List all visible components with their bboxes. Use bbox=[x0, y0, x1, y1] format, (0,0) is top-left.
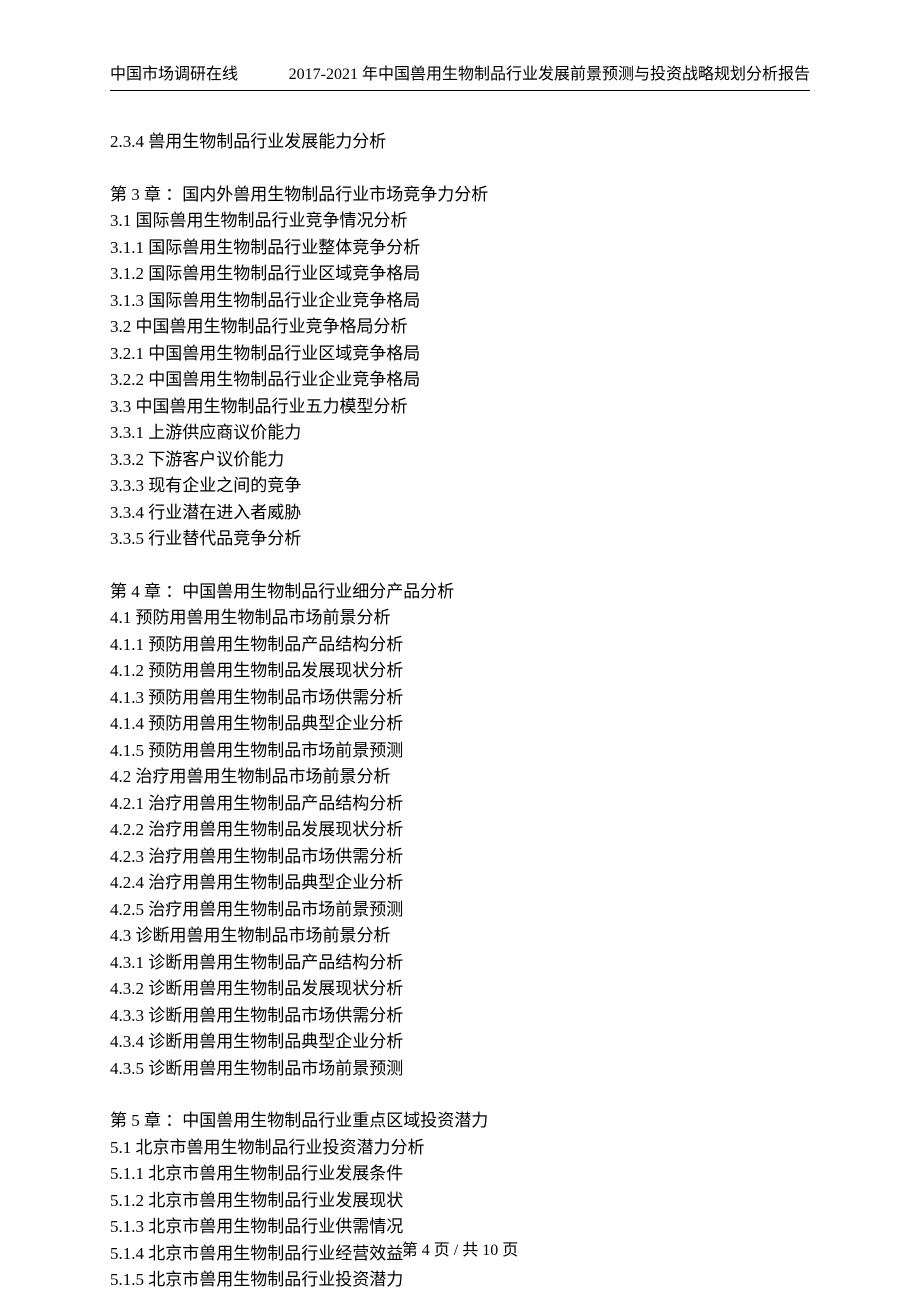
page-footer: 第 4 页 / 共 10 页 bbox=[0, 1236, 920, 1260]
toc-line: 3.2 中国兽用生物制品行业竞争格局分析 bbox=[110, 314, 810, 341]
toc-line: 4.1.5 预防用兽用生物制品市场前景预测 bbox=[110, 738, 810, 765]
toc-line: 3.1.3 国际兽用生物制品行业企业竞争格局 bbox=[110, 288, 810, 315]
toc-line: 4.2.4 治疗用兽用生物制品典型企业分析 bbox=[110, 870, 810, 897]
toc-line: 2.3.4 兽用生物制品行业发展能力分析 bbox=[110, 129, 810, 156]
toc-blank-line bbox=[110, 553, 810, 579]
footer-prefix: 第 bbox=[402, 1242, 422, 1259]
toc-line: 4.2.1 治疗用兽用生物制品产品结构分析 bbox=[110, 791, 810, 818]
toc-line: 4.3.3 诊断用兽用生物制品市场供需分析 bbox=[110, 1003, 810, 1030]
toc-line: 第 4 章 ：中国兽用生物制品行业细分产品分析 bbox=[110, 579, 810, 606]
footer-total-pages: 10 bbox=[482, 1242, 498, 1259]
toc-line: 3.3 中国兽用生物制品行业五力模型分析 bbox=[110, 394, 810, 421]
toc-line: 第 3 章 ：国内外兽用生物制品行业市场竞争力分析 bbox=[110, 182, 810, 209]
toc-line: 5.1.1 北京市兽用生物制品行业发展条件 bbox=[110, 1161, 810, 1188]
document-page: 中国市场调研在线 2017-2021 年中国兽用生物制品行业发展前景预测与投资战… bbox=[0, 0, 920, 1302]
toc-line: 3.2.2 中国兽用生物制品行业企业竞争格局 bbox=[110, 367, 810, 394]
toc-line: 3.3.1 上游供应商议价能力 bbox=[110, 420, 810, 447]
footer-suffix: 页 bbox=[498, 1242, 518, 1259]
toc-line: 4.2 治疗用兽用生物制品市场前景分析 bbox=[110, 764, 810, 791]
toc-line: 3.1.1 国际兽用生物制品行业整体竞争分析 bbox=[110, 235, 810, 262]
toc-line: 4.3.1 诊断用兽用生物制品产品结构分析 bbox=[110, 950, 810, 977]
toc-line: 4.3 诊断用兽用生物制品市场前景分析 bbox=[110, 923, 810, 950]
header-source: 中国市场调研在线 bbox=[110, 60, 238, 84]
toc-line: 4.3.2 诊断用兽用生物制品发展现状分析 bbox=[110, 976, 810, 1003]
toc-line: 4.1 预防用兽用生物制品市场前景分析 bbox=[110, 605, 810, 632]
toc-line: 3.3.2 下游客户议价能力 bbox=[110, 447, 810, 474]
toc-line: 3.1 国际兽用生物制品行业竞争情况分析 bbox=[110, 208, 810, 235]
toc-line: 4.2.2 治疗用兽用生物制品发展现状分析 bbox=[110, 817, 810, 844]
toc-line: 3.3.4 行业潜在进入者威胁 bbox=[110, 500, 810, 527]
toc-line: 4.1.3 预防用兽用生物制品市场供需分析 bbox=[110, 685, 810, 712]
toc-line: 5.1 北京市兽用生物制品行业投资潜力分析 bbox=[110, 1135, 810, 1162]
toc-line: 4.1.2 预防用兽用生物制品发展现状分析 bbox=[110, 658, 810, 685]
toc-line: 4.2.3 治疗用兽用生物制品市场供需分析 bbox=[110, 844, 810, 871]
toc-line: 5.1.5 北京市兽用生物制品行业投资潜力 bbox=[110, 1267, 810, 1294]
toc-line: 3.2.1 中国兽用生物制品行业区域竞争格局 bbox=[110, 341, 810, 368]
toc-line: 3.3.3 现有企业之间的竞争 bbox=[110, 473, 810, 500]
footer-current-page: 4 bbox=[422, 1242, 430, 1259]
toc-line: 第 5 章 ：中国兽用生物制品行业重点区域投资潜力 bbox=[110, 1108, 810, 1135]
toc-line: 4.1.1 预防用兽用生物制品产品结构分析 bbox=[110, 632, 810, 659]
toc-line: 4.1.4 预防用兽用生物制品典型企业分析 bbox=[110, 711, 810, 738]
footer-mid: 页 / 共 bbox=[430, 1242, 482, 1259]
page-header: 中国市场调研在线 2017-2021 年中国兽用生物制品行业发展前景预测与投资战… bbox=[110, 60, 810, 91]
toc-line: 4.3.5 诊断用兽用生物制品市场前景预测 bbox=[110, 1056, 810, 1083]
toc-line: 4.3.4 诊断用兽用生物制品典型企业分析 bbox=[110, 1029, 810, 1056]
toc-blank-line bbox=[110, 156, 810, 182]
toc-line: 5.1.2 北京市兽用生物制品行业发展现状 bbox=[110, 1188, 810, 1215]
toc-line: 3.3.5 行业替代品竞争分析 bbox=[110, 526, 810, 553]
toc-blank-line bbox=[110, 1082, 810, 1108]
header-title: 2017-2021 年中国兽用生物制品行业发展前景预测与投资战略规划分析报告 bbox=[238, 60, 810, 84]
table-of-contents: 2.3.4 兽用生物制品行业发展能力分析第 3 章 ：国内外兽用生物制品行业市场… bbox=[110, 129, 810, 1294]
toc-line: 3.1.2 国际兽用生物制品行业区域竞争格局 bbox=[110, 261, 810, 288]
toc-line: 4.2.5 治疗用兽用生物制品市场前景预测 bbox=[110, 897, 810, 924]
